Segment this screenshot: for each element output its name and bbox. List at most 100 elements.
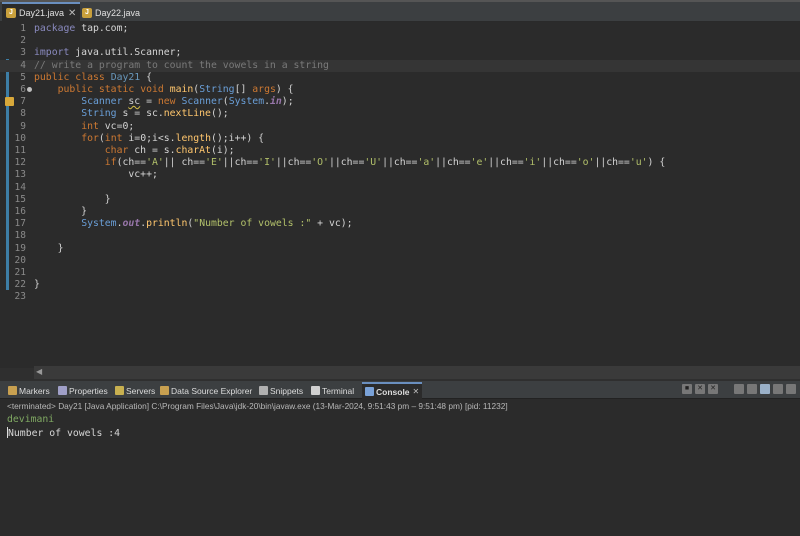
scroll-left-icon[interactable]: ◀	[36, 367, 42, 376]
view-tab-bar: Markers Properties Servers Data Source E…	[0, 381, 800, 399]
code-line[interactable]: 4 // write a program to count the vowels …	[0, 59, 800, 72]
code-text: // write a program to count the vowels i…	[34, 59, 329, 71]
code-text: Scanner sc = new Scanner(System.in);	[81, 96, 294, 108]
line-number: 14	[14, 181, 26, 193]
code-line[interactable]: 12 if(ch=='A'|| ch=='E'||ch=='I'||ch=='O…	[0, 157, 800, 169]
tab-label: Snippets	[270, 385, 304, 396]
code-editor[interactable]: 1 package tap.com; 2 3 import java.util.Scan…	[0, 22, 800, 379]
code-text: if(ch=='A'|| ch=='E'||ch=='I'||ch=='O'||…	[104, 157, 666, 169]
line-number: 3	[20, 47, 26, 59]
code-line[interactable]: 13 vc++;	[0, 169, 800, 181]
code-line[interactable]: 16 }	[0, 206, 800, 218]
code-line[interactable]: 3 import java.util.Scanner;	[0, 47, 800, 59]
tab-label: Markers	[19, 385, 50, 396]
snippets-icon	[259, 386, 268, 395]
code-line[interactable]: 2	[0, 35, 800, 47]
line-number: 4	[20, 59, 26, 71]
markers-icon	[8, 386, 17, 395]
tab-data-source-explorer[interactable]: Data Source Explorer	[160, 383, 252, 398]
code-line[interactable]: 14	[0, 182, 800, 194]
tab-console[interactable]: Console ✕	[362, 382, 423, 399]
code-text: public class Day21 {	[34, 71, 152, 83]
close-tab-icon[interactable]: ✕	[68, 8, 76, 19]
tab-markers[interactable]: Markers	[8, 383, 50, 398]
code-line[interactable]: 1 package tap.com;	[0, 23, 800, 35]
line-number: 1	[20, 23, 26, 34]
code-text: int vc=0;	[81, 120, 135, 132]
code-line[interactable]: 9 int vc=0;	[0, 121, 800, 133]
tab-servers[interactable]: Servers	[115, 383, 155, 398]
code-text: System.out.println("Number of vowels :" …	[81, 218, 353, 230]
code-line[interactable]: 22}	[0, 279, 800, 291]
line-number: 16	[14, 206, 26, 217]
line-number: 5	[20, 71, 26, 83]
terminate-icon[interactable]: ■	[682, 384, 692, 394]
data-source-icon	[160, 386, 169, 395]
horizontal-scrollbar[interactable]: ◀	[34, 366, 800, 379]
code-line[interactable]: 11 char ch = s.charAt(i);	[0, 145, 800, 157]
code-text: public static void main(String[] args) {	[57, 84, 294, 95]
line-number: 13	[14, 169, 26, 181]
code-line[interactable]: 6 public static void main(String[] args)…	[0, 84, 800, 96]
launch-status: <terminated> Day21 [Java Application] C:…	[7, 401, 508, 411]
properties-icon	[58, 386, 67, 395]
tab-label: Console	[376, 386, 410, 397]
line-number: 6	[20, 84, 26, 95]
open-console-icon[interactable]	[786, 384, 796, 394]
code-line[interactable]: 20	[0, 255, 800, 267]
tab-properties[interactable]: Properties	[58, 383, 108, 398]
code-line[interactable]: 5 public class Day21 {	[0, 72, 800, 84]
code-text: }	[34, 206, 88, 217]
line-number: 19	[14, 242, 26, 254]
line-number: 18	[14, 230, 26, 242]
scroll-lock-icon[interactable]	[747, 384, 757, 394]
servers-icon	[115, 386, 124, 395]
code-line[interactable]: 21	[0, 267, 800, 279]
code-text: char ch = s.charAt(i);	[104, 145, 235, 156]
tab-label: Properties	[69, 385, 108, 396]
line-number: 22	[14, 279, 26, 291]
bottom-view-panel: Markers Properties Servers Data Source E…	[0, 381, 800, 536]
line-number: 20	[14, 254, 26, 266]
tab-terminal[interactable]: Terminal	[311, 383, 354, 398]
code-line[interactable]: 10 for(int i=0;i<s.length();i++) {	[0, 133, 800, 145]
code-line[interactable]: 23	[0, 291, 800, 303]
tab-day21-java[interactable]: J Day21.java ✕	[2, 2, 81, 22]
java-file-icon: J	[82, 8, 92, 18]
pin-console-icon[interactable]	[773, 384, 783, 394]
remove-launch-icon[interactable]: ✕	[695, 384, 705, 394]
code-line[interactable]: 7 Scanner sc = new Scanner(System.in);	[0, 96, 800, 108]
tab-snippets[interactable]: Snippets	[259, 383, 303, 398]
console-output-text: Number of vowels :4	[8, 427, 121, 439]
terminal-icon	[311, 386, 320, 395]
line-number: 12	[14, 157, 26, 169]
toolbar-separator	[721, 384, 731, 394]
line-number: 11	[14, 145, 26, 156]
close-console-icon[interactable]: ✕	[413, 387, 420, 396]
line-number: 8	[20, 108, 26, 120]
tab-label: Servers	[126, 385, 156, 396]
line-number: 7	[20, 96, 26, 108]
line-number: 2	[20, 35, 26, 47]
code-text: }	[34, 193, 111, 205]
code-line[interactable]: 19 }	[0, 243, 800, 255]
remove-all-icon[interactable]: ✕	[708, 384, 718, 394]
code-text: import java.util.Scanner;	[34, 47, 182, 59]
editor-tab-bar: J Day21.java ✕ J Day22.java	[0, 0, 800, 22]
console-output[interactable]: devimani Number of vowels :4	[7, 414, 120, 440]
code-line[interactable]: 18	[0, 230, 800, 242]
code-line[interactable]: 8 String s = sc.nextLine();	[0, 108, 800, 120]
code-text: String s = sc.nextLine();	[81, 108, 229, 120]
tab-label: Terminal	[322, 385, 355, 396]
code-line[interactable]: 15 }	[0, 194, 800, 206]
tab-label: Day21.java	[19, 8, 65, 18]
console-icon	[365, 387, 374, 396]
word-wrap-icon[interactable]	[760, 384, 770, 394]
line-number: 17	[14, 218, 26, 230]
clear-console-icon[interactable]	[734, 384, 744, 394]
tab-day22-java[interactable]: J Day22.java	[78, 4, 144, 22]
line-number: 10	[14, 132, 26, 144]
window-top-border	[0, 0, 800, 2]
code-text: }	[34, 242, 64, 254]
code-line[interactable]: 17 System.out.println("Number of vowels …	[0, 218, 800, 230]
